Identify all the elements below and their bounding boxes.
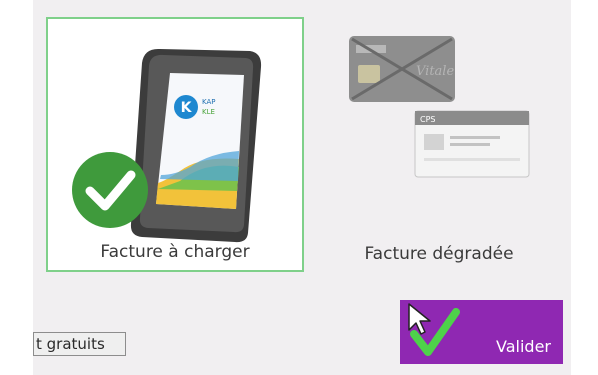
vitale-text: Vitale (416, 64, 454, 79)
logo-text-a: KAP (202, 98, 215, 106)
vitale-card-image: Vitale (348, 35, 456, 109)
validate-label: Valider (496, 337, 551, 356)
mouse-pointer-icon (408, 303, 431, 335)
logo-text-b: KLE (202, 108, 215, 116)
option-facture-a-charger[interactable]: K KAP KLE Facture à charger (46, 17, 304, 272)
cps-card-image: CPS (414, 110, 530, 184)
option-label: Facture à charger (100, 242, 250, 262)
check-icon (70, 150, 150, 230)
option-label: Facture dégradée (364, 244, 514, 264)
cps-text: CPS (420, 115, 436, 124)
validate-button[interactable]: Valider (400, 300, 563, 364)
logo-letter: K (181, 100, 193, 116)
option-facture-degradee[interactable]: Vitale CPS Facture dégradée (328, 17, 550, 272)
free-items-button[interactable]: t gratuits (33, 332, 126, 356)
